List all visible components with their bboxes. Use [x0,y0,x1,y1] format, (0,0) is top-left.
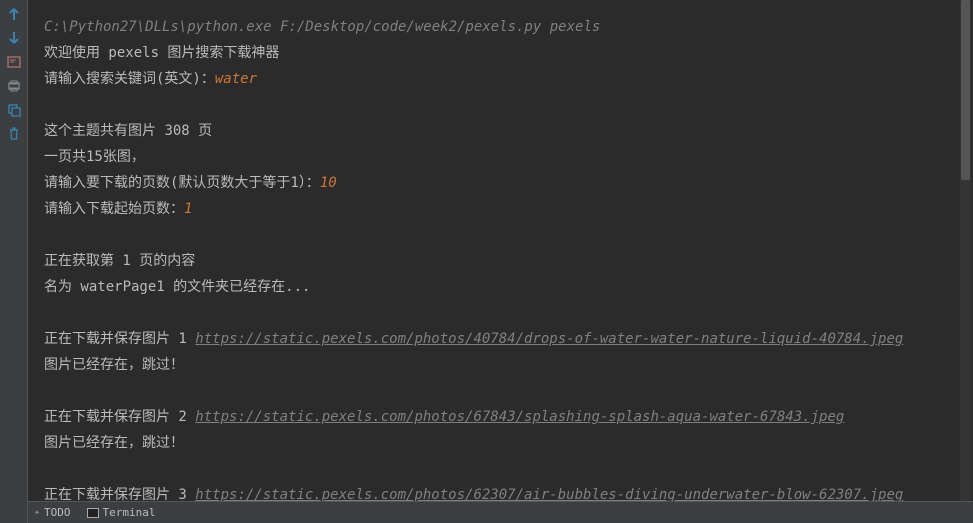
arrow-down-icon[interactable] [6,30,22,46]
total-pages-line: 这个主题共有图片 308 页 [44,118,957,144]
terminal-tab[interactable]: Terminal [87,506,156,519]
todo-tab[interactable]: ✦ TODO [34,506,71,519]
terminal-label: Terminal [103,506,156,519]
download-line: 正在下载并保存图片 2 https://static.pexels.com/ph… [44,404,957,430]
keyword-prompt-line: 请输入搜索关键词(英文)：water [44,66,957,92]
tool-sidebar [0,0,28,523]
copy-icon[interactable] [6,102,22,118]
download-url[interactable]: https://static.pexels.com/photos/67843/s… [195,409,844,425]
scrollbar-thumb[interactable] [961,0,970,180]
per-page-line: 一页共15张图， [44,144,957,170]
terminal-scrollbar[interactable] [960,0,971,501]
terminal-icon [87,508,99,518]
download-line: 正在下载并保存图片 3 https://static.pexels.com/ph… [44,482,957,501]
trash-icon[interactable] [6,126,22,142]
todo-label: TODO [44,506,71,519]
star-icon: ✦ [34,507,40,518]
start-input: 1 [184,201,192,217]
skip-line: 图片已经存在，跳过！ [44,430,957,456]
wrap-icon[interactable] [6,54,22,70]
terminal-output[interactable]: C:\Python27\DLLs\python.exe F:/Desktop/c… [28,0,973,501]
arrow-up-icon[interactable] [6,6,22,22]
download-url[interactable]: https://static.pexels.com/photos/40784/d… [195,331,903,347]
print-icon[interactable] [6,78,22,94]
pages-input: 10 [320,175,337,191]
bottom-toolbar: ✦ TODO Terminal [28,501,973,523]
pages-prompt-line: 请输入要下载的页数(默认页数大于等于1）：10 [44,170,957,196]
download-line: 正在下载并保存图片 1 https://static.pexels.com/ph… [44,326,957,352]
skip-line: 图片已经存在，跳过！ [44,352,957,378]
keyword-input: water [215,71,257,87]
welcome-line: 欢迎使用 pexels 图片搜索下载神器 [44,40,957,66]
fetching-line: 正在获取第 1 页的内容 [44,248,957,274]
folder-exists-line: 名为 waterPage1 的文件夹已经存在... [44,274,957,300]
main-area: C:\Python27\DLLs\python.exe F:/Desktop/c… [28,0,973,523]
download-url[interactable]: https://static.pexels.com/photos/62307/a… [195,487,903,501]
start-prompt-line: 请输入下载起始页数：1 [44,196,957,222]
command-line: C:\Python27\DLLs\python.exe F:/Desktop/c… [44,14,957,40]
